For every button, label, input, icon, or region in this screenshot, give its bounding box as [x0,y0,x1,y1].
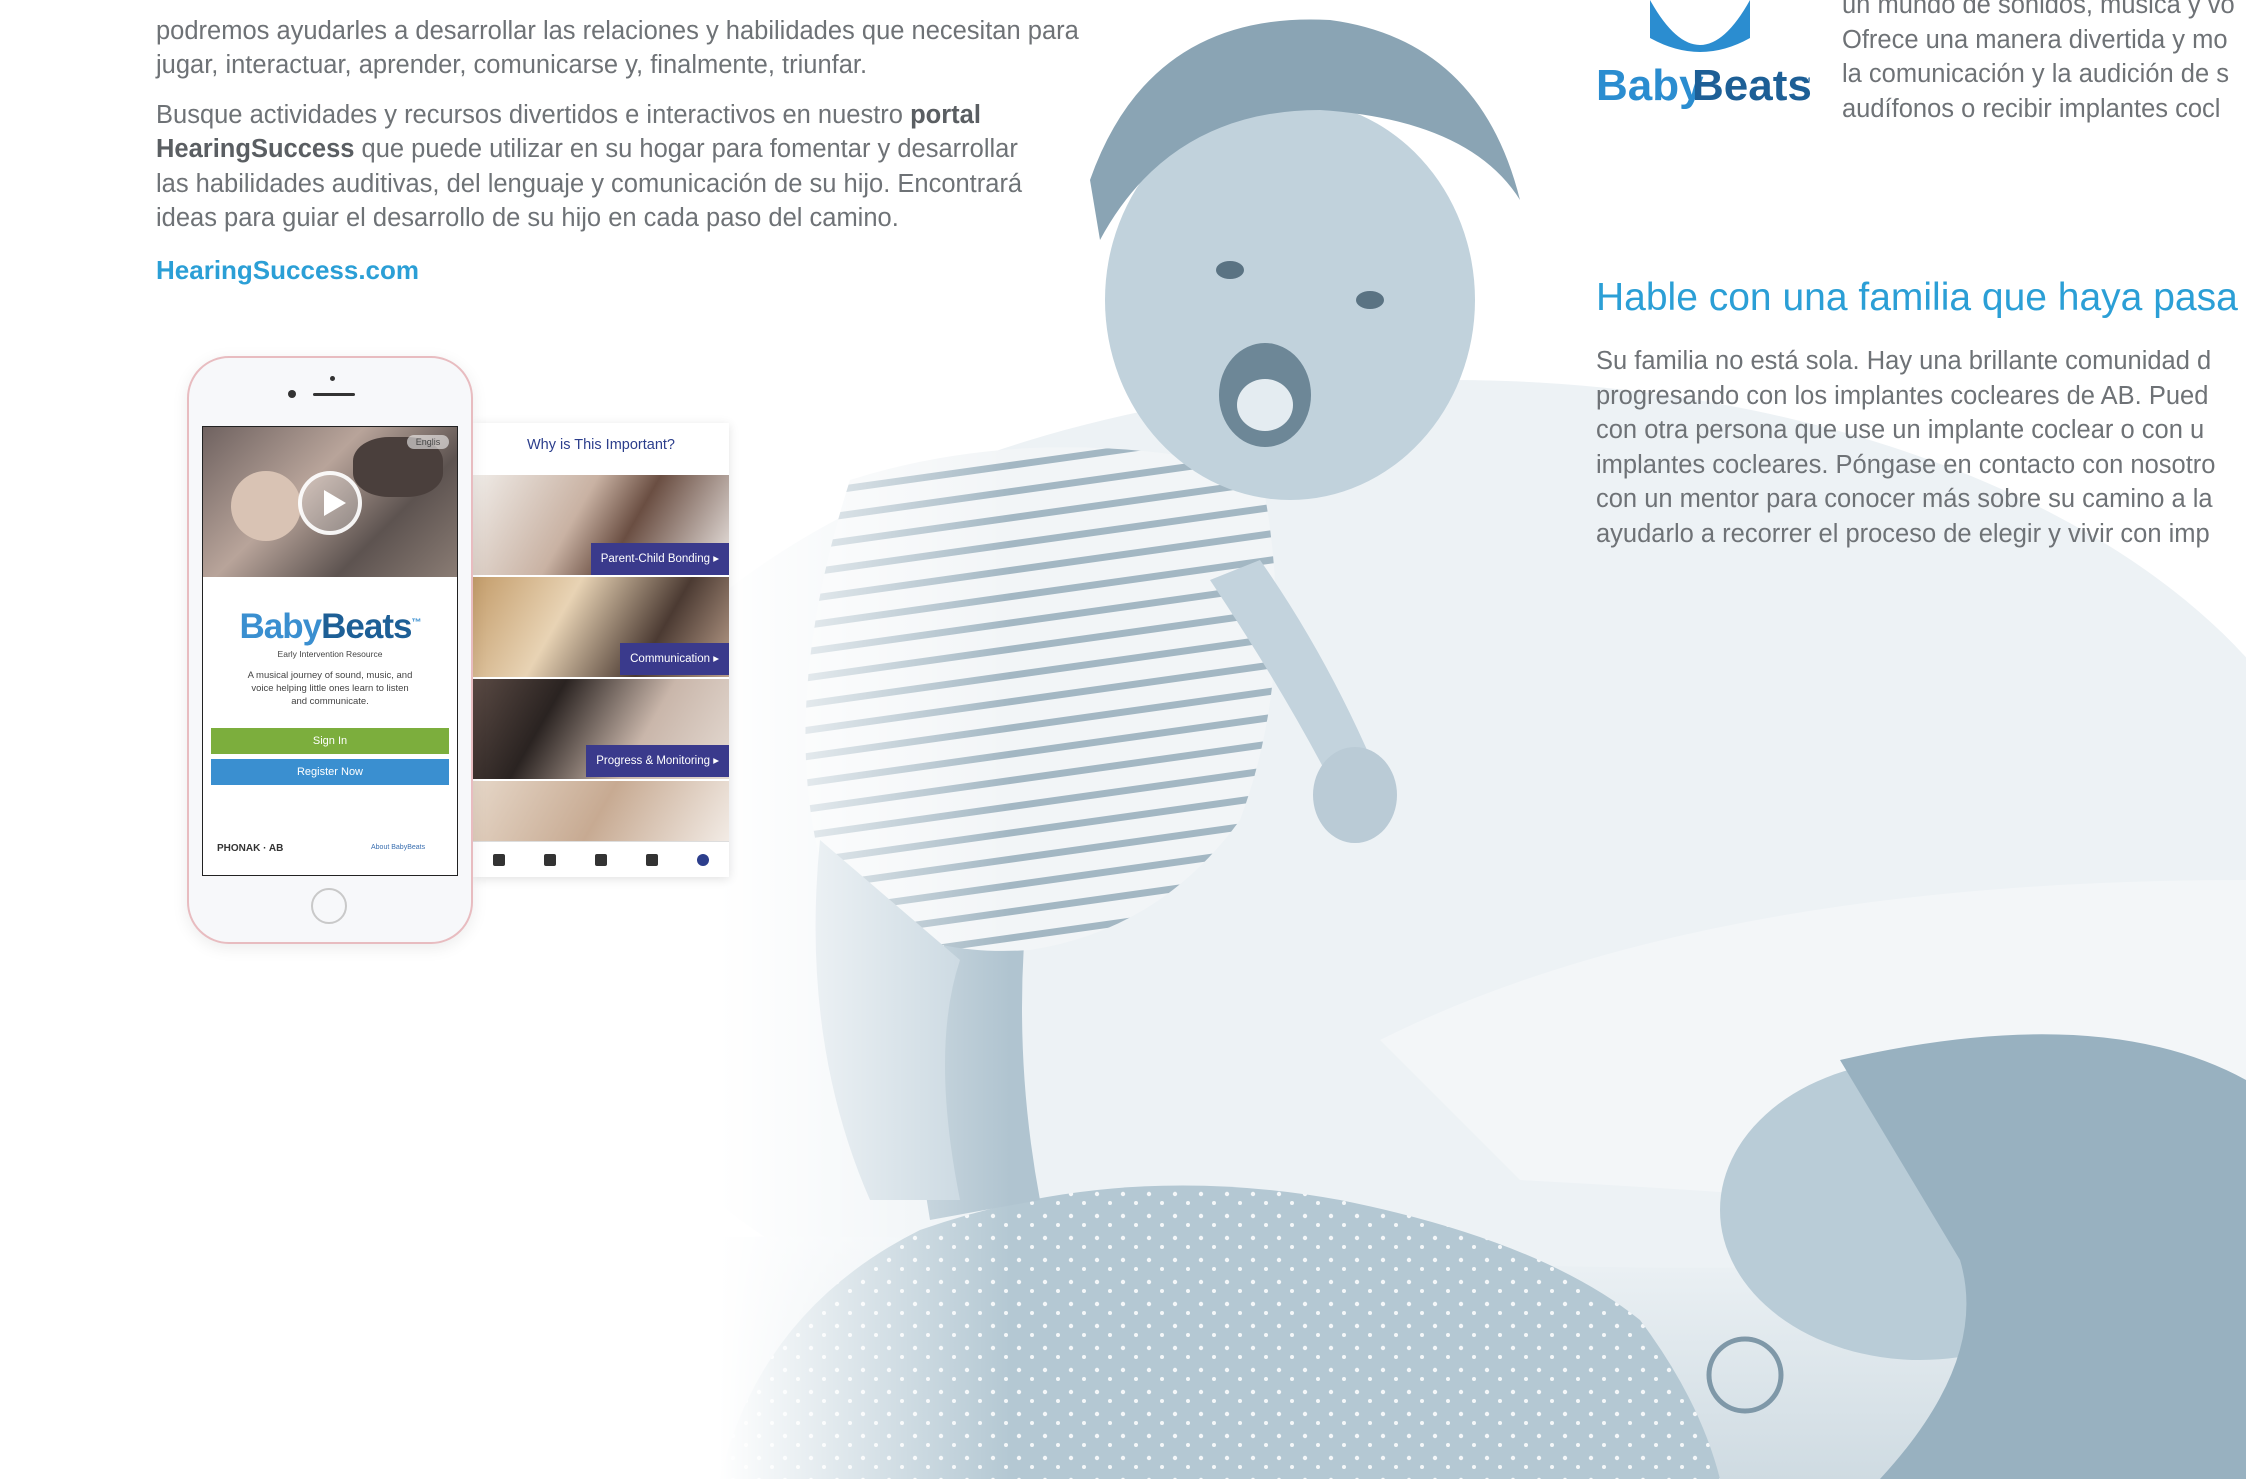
hearingsuccess-link[interactable]: HearingSuccess.com [156,255,419,286]
babybeats-line-4: audífonos o recibir implantes cocl [1842,94,2221,123]
family-line-1: Su familia no está sola. Hay una brillan… [1596,347,2212,375]
about-babybeats-link[interactable]: About BabyBeats [371,844,425,851]
play-icon[interactable] [298,471,362,535]
app-subtitle: Early Intervention Resource [277,649,383,659]
register-button[interactable]: Register Now [211,759,449,785]
babybeats-line-3: la comunicación y la audición de s [1842,60,2229,88]
intro-video[interactable]: Englis [203,427,457,577]
babybeats-line-2: Ofrece una manera divertida y mo [1842,25,2228,54]
family-line-5: con un mentor para conocer más sobre su … [1596,485,2213,513]
book-icon[interactable] [543,854,556,866]
phone-sensor [330,376,335,381]
why-important-screen: Why is This Important? Parent-Child Bond… [473,423,729,877]
babybeats-line-1: un mundo de sonidos, música y vo [1842,0,2235,19]
tile-label: Communication ▸ [620,643,729,675]
babybeats-description: un mundo de sonidos, música y vo Ofrece … [1842,0,2246,126]
picture-cards-icon[interactable] [646,854,659,866]
app-title-tm: ™ [411,617,421,629]
portal-text-before: Busque actividades y recursos divertidos… [156,100,911,129]
portal-paragraph: Busque actividades y recursos divertidos… [156,98,1056,236]
app-bottom-nav [473,841,729,877]
family-section-heading: Hable con una familia que haya pasa [1596,276,2238,319]
family-line-3: con otra persona que use un implante coc… [1596,416,2205,444]
family-line-2: progresando con los implantes cocleares … [1596,381,2209,410]
family-line-6: ayudarlo a recorrer el proceso de elegir… [1596,519,2210,548]
tile-label: Parent-Child Bonding ▸ [590,543,729,575]
tile-partial [473,781,729,841]
music-note-icon[interactable] [594,854,607,866]
tile-label: Progress & Monitoring ▸ [586,745,729,777]
video-thumbnail-baby [231,471,301,541]
tile-communication[interactable]: Communication ▸ [473,577,729,677]
app-description: A musical journey of sound, music, and v… [247,670,413,707]
app-title: BabyBeats™ [203,607,457,647]
babybeats-logo-tm: ™ [1800,76,1811,88]
app-title-baby: Baby [239,607,323,646]
sign-in-button[interactable]: Sign In [211,728,449,754]
phonak-ab-logo: PHONAK · AB [217,843,284,854]
phone-camera [288,390,296,398]
family-line-4: implantes cocleares. Póngase en contacto… [1596,450,2216,479]
home-icon[interactable] [492,854,505,866]
family-section-paragraph: Su familia no está sola. Hay una brillan… [1596,344,2246,551]
phone-speaker [313,393,355,396]
babybeats-logo-word-beats: Beats [1692,61,1812,110]
babybeats-logo: Baby Beats ™ [1596,0,1812,110]
intro-paragraph: podremos ayudarles a desarrollar las rel… [156,16,1079,80]
tile-progress-monitoring[interactable]: Progress & Monitoring ▸ [473,679,729,779]
app-title-beats: Beats [321,607,412,646]
why-chat-icon[interactable] [697,854,710,866]
why-screen-title: Why is This Important? [526,437,675,453]
app-login-screen: Englis BabyBeats™ Early Intervention Res… [202,426,458,876]
language-toggle[interactable]: Englis [407,435,449,449]
babybeats-logo-word-baby: Baby [1596,61,1704,110]
phone-mockup: Englis BabyBeats™ Early Intervention Res… [187,356,473,944]
phone-home-button[interactable] [311,888,347,924]
tile-parent-child-bonding[interactable]: Parent-Child Bonding ▸ [473,475,729,575]
